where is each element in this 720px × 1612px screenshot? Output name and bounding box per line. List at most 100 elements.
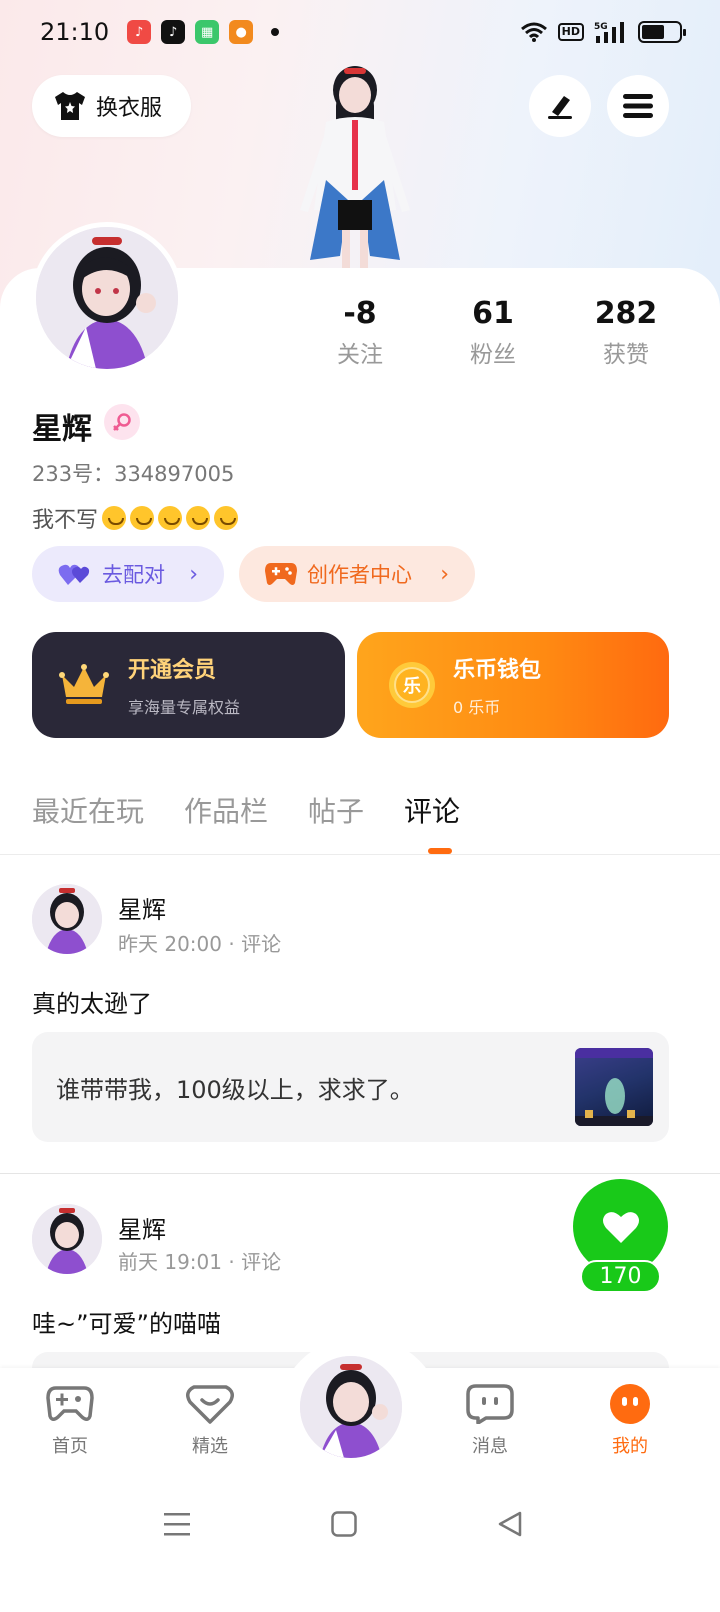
heart-box-icon bbox=[186, 1385, 234, 1424]
wallet-title: 乐币钱包 bbox=[453, 658, 542, 683]
nav-messages[interactable]: 消息 bbox=[440, 1384, 540, 1458]
avatar-portrait-image bbox=[300, 1356, 402, 1458]
post-meta: 前天 19:01 · 评论 bbox=[118, 1250, 282, 1274]
bio-text: 我不写 bbox=[32, 508, 99, 533]
game-app-icon: ● bbox=[229, 20, 254, 44]
user-bio: 我不写 bbox=[32, 502, 239, 534]
post-avatar[interactable] bbox=[32, 1204, 102, 1274]
nav-messages-label: 消息 bbox=[472, 1436, 508, 1457]
shirt-icon bbox=[55, 92, 85, 120]
gamepad-icon bbox=[265, 563, 297, 585]
avatar-portrait-image bbox=[32, 1204, 102, 1274]
chevron-right-icon: › bbox=[189, 561, 198, 587]
recent-apps-icon[interactable] bbox=[164, 1511, 190, 1537]
heart-icon bbox=[602, 1211, 639, 1243]
status-time: 21:10 bbox=[40, 18, 110, 46]
like-count: 170 bbox=[580, 1260, 661, 1293]
upside-down-face-emoji-icon bbox=[186, 506, 211, 530]
match-label: 去配对 bbox=[102, 563, 165, 587]
stat-followers[interactable]: 61 粉丝 bbox=[433, 296, 553, 369]
chevron-right-icon: › bbox=[440, 561, 449, 587]
coin-icon: 乐 bbox=[389, 662, 435, 708]
post-avatar[interactable] bbox=[32, 884, 102, 954]
nav-featured[interactable]: 精选 bbox=[160, 1384, 260, 1458]
svg-text:乐: 乐 bbox=[403, 676, 421, 697]
likes-label: 获赞 bbox=[603, 342, 649, 368]
wifi-icon bbox=[520, 22, 547, 42]
wallet-card[interactable]: 乐 乐币钱包 0 乐币 bbox=[357, 632, 669, 738]
stat-following[interactable]: -8 关注 bbox=[300, 296, 420, 369]
tab-comments[interactable]: 评论 bbox=[404, 790, 460, 830]
user-id: 233号：334897005 bbox=[32, 462, 235, 486]
pen-icon bbox=[548, 96, 572, 119]
post-meta: 昨天 20:00 · 评论 bbox=[118, 932, 282, 956]
battery-icon bbox=[638, 21, 686, 43]
menu-button[interactable] bbox=[607, 75, 669, 137]
creator-center-label: 创作者中心 bbox=[307, 563, 412, 587]
upside-down-face-emoji-icon bbox=[130, 506, 155, 530]
nav-avatar-button[interactable] bbox=[296, 1352, 406, 1462]
chat-bubble-icon bbox=[466, 1384, 514, 1425]
svg-text:5G: 5G bbox=[594, 22, 608, 32]
tab-posts[interactable]: 帖子 bbox=[308, 790, 364, 830]
nav-home-label: 首页 bbox=[52, 1436, 88, 1457]
vip-title: 开通会员 bbox=[128, 658, 217, 683]
back-triangle-icon[interactable] bbox=[497, 1511, 523, 1537]
nav-me[interactable]: 我的 bbox=[580, 1384, 680, 1458]
followers-label: 粉丝 bbox=[470, 342, 516, 368]
signal-icon: 5G bbox=[594, 22, 624, 43]
avatar-portrait-image bbox=[32, 884, 102, 954]
following-count: -8 bbox=[343, 296, 377, 331]
vip-subtitle: 享海量专属权益 bbox=[128, 698, 241, 717]
post-text: 哇~”可爱”的喵喵 bbox=[32, 1310, 221, 1338]
profile-face-icon bbox=[610, 1384, 650, 1424]
quoted-post[interactable]: 谁带带我，100级以上，求求了。 bbox=[32, 1032, 669, 1142]
upside-down-face-emoji-icon bbox=[158, 506, 183, 530]
creator-center-button[interactable]: 创作者中心 › bbox=[239, 546, 475, 602]
status-bar: 21:10 ♪ ♪ ▦ ● HD 5G bbox=[0, 0, 720, 64]
notification-icons: ♪ ♪ ▦ ● bbox=[127, 20, 280, 44]
profile-tabs: 最近在玩 作品栏 帖子 评论 bbox=[32, 790, 460, 830]
gamepad-icon bbox=[46, 1386, 94, 1421]
change-clothes-label: 换衣服 bbox=[96, 96, 163, 121]
following-label: 关注 bbox=[337, 342, 383, 368]
music-app-icon: ♪ bbox=[127, 20, 152, 44]
post-author-name: 星辉 bbox=[118, 1216, 166, 1244]
upside-down-face-emoji-icon bbox=[214, 506, 239, 530]
likes-count: 282 bbox=[594, 296, 658, 331]
crown-icon bbox=[59, 664, 109, 704]
quoted-post-thumbnail bbox=[575, 1048, 653, 1126]
nav-me-label: 我的 bbox=[612, 1436, 648, 1457]
female-gender-icon bbox=[104, 404, 140, 440]
hd-badge: HD bbox=[557, 23, 584, 41]
wallet-balance: 0 乐币 bbox=[453, 698, 501, 717]
avatar-character-figure[interactable] bbox=[270, 60, 440, 270]
quoted-post-text: 谁带带我，100级以上，求求了。 bbox=[56, 1075, 414, 1104]
profile-avatar[interactable] bbox=[31, 222, 183, 374]
username: 星辉 bbox=[32, 412, 92, 447]
post-text: 真的太逊了 bbox=[32, 990, 152, 1018]
tiktok-app-icon: ♪ bbox=[161, 20, 186, 44]
stat-likes[interactable]: 282 获赞 bbox=[566, 296, 686, 369]
more-notifications-icon bbox=[271, 28, 280, 36]
divider bbox=[0, 1173, 720, 1174]
divider bbox=[0, 854, 720, 855]
nav-home[interactable]: 首页 bbox=[20, 1384, 120, 1458]
match-button[interactable]: 去配对 › bbox=[32, 546, 224, 602]
change-clothes-button[interactable]: 换衣服 bbox=[32, 75, 191, 137]
vip-membership-card[interactable]: 开通会员 享海量专属权益 bbox=[32, 632, 345, 738]
hamburger-icon bbox=[623, 94, 653, 118]
double-heart-icon bbox=[58, 564, 90, 585]
system-navigation-bar bbox=[0, 1476, 720, 1612]
edit-profile-button[interactable] bbox=[529, 75, 591, 137]
followers-count: 61 bbox=[472, 296, 514, 331]
tab-recently-played[interactable]: 最近在玩 bbox=[32, 790, 144, 830]
home-square-icon[interactable] bbox=[331, 1511, 357, 1537]
post-author-name: 星辉 bbox=[118, 896, 166, 924]
upside-down-face-emoji-icon bbox=[102, 506, 127, 530]
tab-works[interactable]: 作品栏 bbox=[184, 790, 268, 830]
store-app-icon: ▦ bbox=[195, 20, 220, 44]
avatar-portrait-image bbox=[36, 227, 178, 369]
nav-featured-label: 精选 bbox=[192, 1436, 228, 1457]
system-status: HD 5G bbox=[520, 20, 686, 44]
